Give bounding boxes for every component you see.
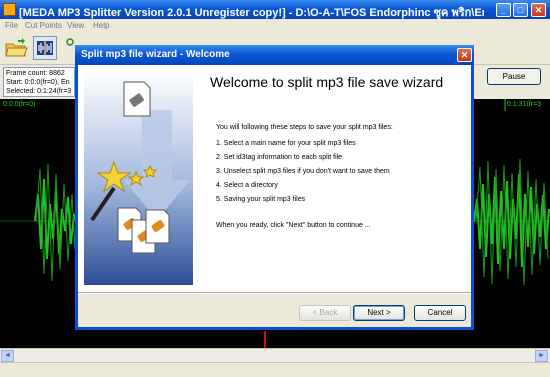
dialog-close-button[interactable]: ✕ [457,48,472,62]
back-button[interactable]: < Back [299,305,351,321]
menu-cut-points[interactable]: Cut Points [25,21,62,30]
wizard-side-image [84,70,193,285]
main-title-bar: [MEDA MP3 Splitter Version 2.0.1 Unregis… [0,0,550,19]
mp3-file-icon [123,81,151,117]
start-end-text: Start: 0:0:0(fr=0), En [6,79,70,86]
frame-count-text: Frame count: 8862 [6,70,65,77]
maximize-button[interactable]: □ [513,3,528,17]
wizard-illustration [90,81,190,254]
split-wizard-dialog: Split mp3 file wizard - Welcome ✕ Welcom… [75,45,474,330]
scroll-right-button[interactable]: ► [535,350,548,362]
frame-info-panel: Frame count: 8862 Start: 0:0:0(fr=0), En… [3,67,75,97]
menu-bar: File Cut Points View Help [0,19,550,33]
wizard-steps-list: 1. Select a main name for your split mp3… [216,137,390,207]
split-button[interactable] [33,36,57,60]
scroll-left-button[interactable]: ◄ [1,350,14,362]
split-icon [37,40,53,56]
wizard-step: 4. Select a directory [216,182,278,189]
next-button[interactable]: Next > [353,305,405,321]
cancel-button[interactable]: Cancel [414,305,466,321]
dialog-separator [78,292,471,294]
minimize-button[interactable]: _ [496,3,511,17]
dialog-title: Split mp3 file wizard - Welcome [81,49,230,60]
dialog-title-bar: Split mp3 file wizard - Welcome ✕ [75,45,474,65]
menu-file[interactable]: File [5,21,18,30]
wizard-outro-text: When you ready, click "Next" button to c… [216,222,371,229]
wizard-heading: Welcome to split mp3 file save wizard [210,74,444,90]
wizard-step: 5. Saving your split mp3 files [216,196,306,203]
wizard-step: 3. Unselect split mp3 files if you don't… [216,168,390,175]
close-button[interactable]: ✕ [531,3,546,17]
selected-text: Selected: 0:1:24(fr=3 [6,88,72,95]
open-folder-icon [5,38,28,57]
menu-help[interactable]: Help [93,21,109,30]
wizard-step: 1. Select a main name for your split mp3… [216,140,356,147]
open-file-button[interactable] [4,36,28,60]
pause-button[interactable]: Pause [487,68,541,85]
dialog-body: Welcome to split mp3 file save wizard Yo… [78,65,471,292]
app-icon [3,3,16,16]
menu-view[interactable]: View [67,21,84,30]
wizard-step: 2. Set id3tag information to each split … [216,154,343,161]
horizontal-scrollbar[interactable]: ◄ ► [0,348,550,362]
status-bar [0,362,550,377]
wizard-intro-text: You will following these steps to save y… [216,124,393,131]
